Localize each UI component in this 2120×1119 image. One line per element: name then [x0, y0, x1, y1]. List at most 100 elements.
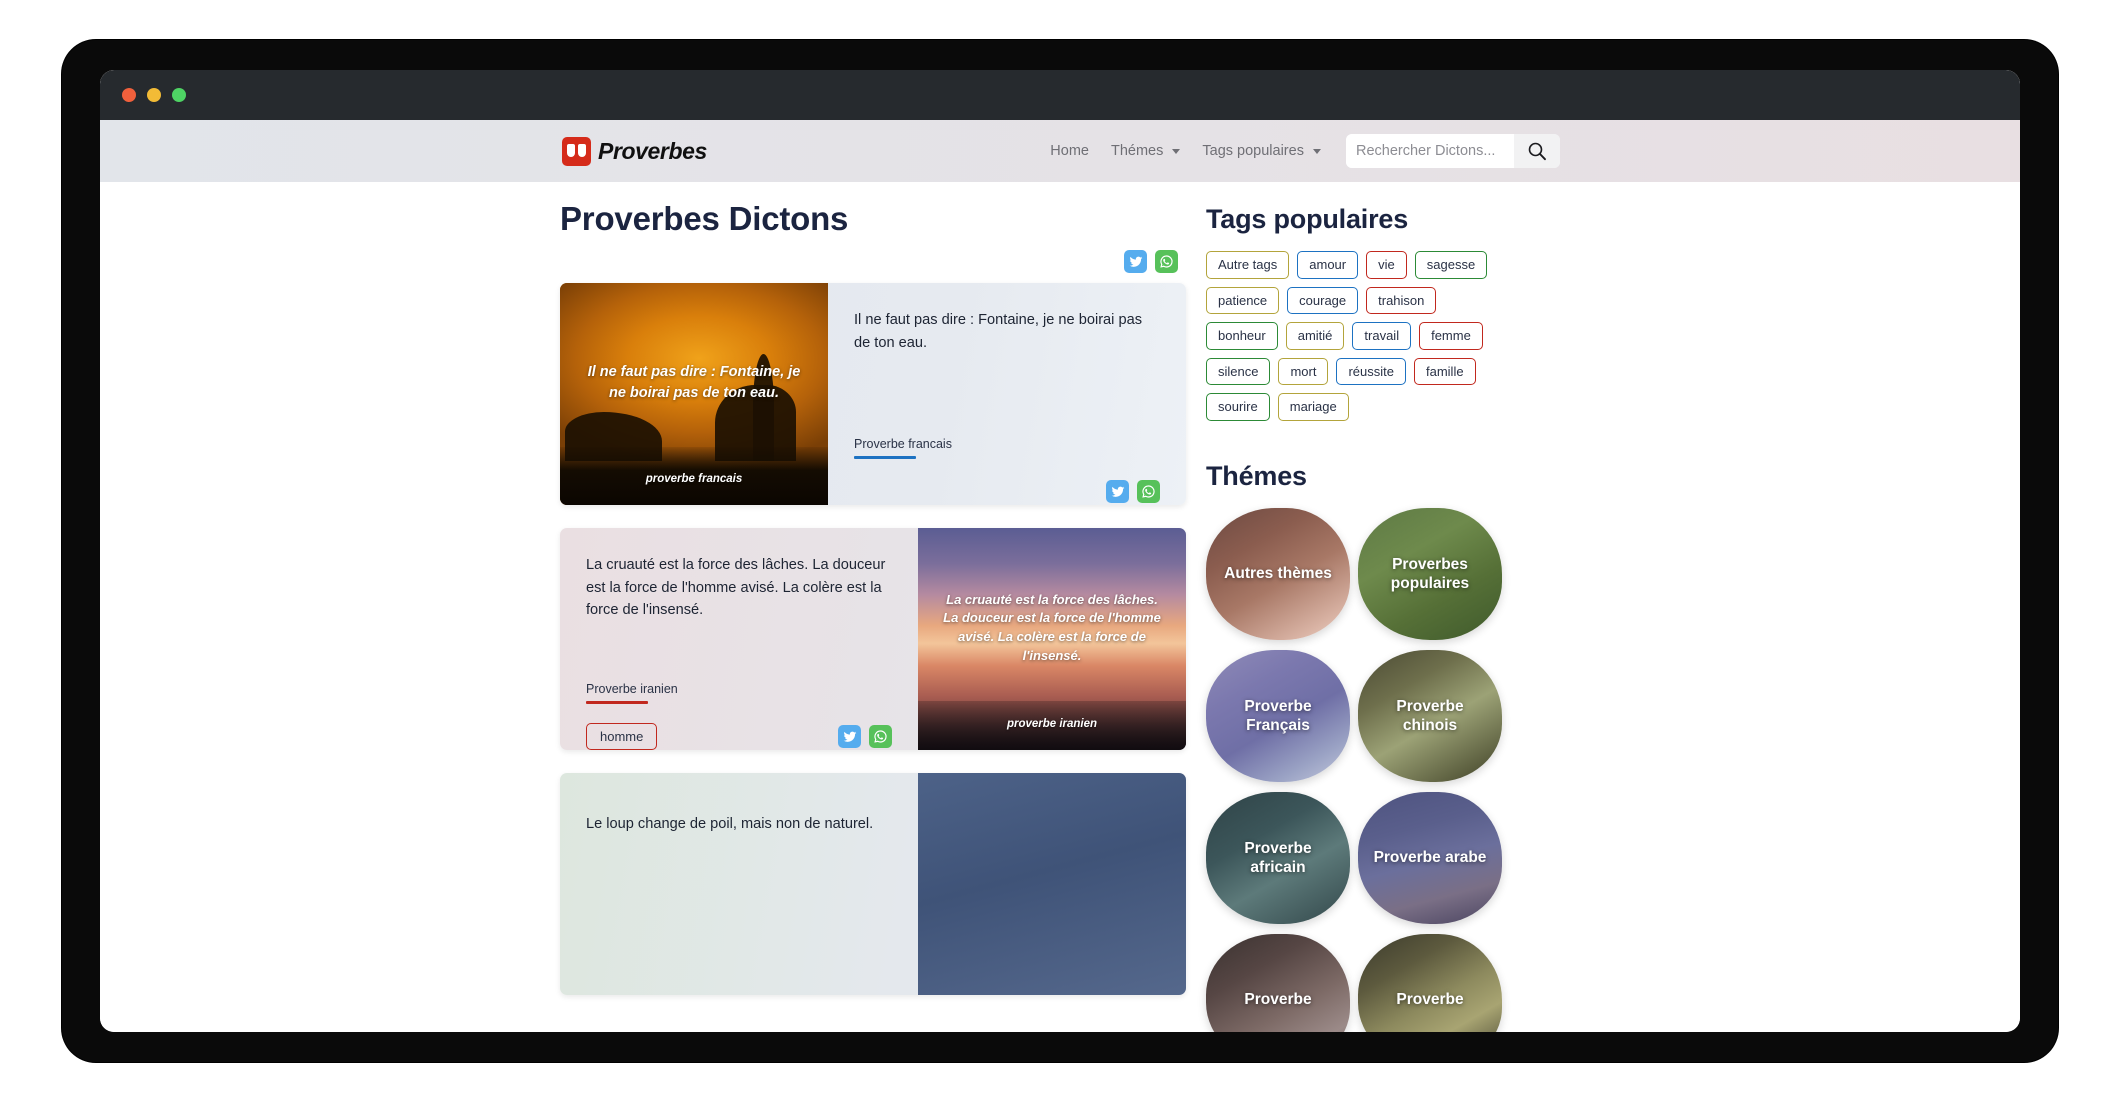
tag-chip[interactable]: courage: [1287, 286, 1359, 315]
tag-cloud: Autre tags amour vie sagesse patience co…: [1206, 251, 1506, 421]
theme-card-label: Proverbe: [1244, 991, 1312, 1009]
proverb-source-underline: [854, 456, 916, 459]
search-button[interactable]: [1514, 134, 1560, 168]
share-whatsapp-button[interactable]: [869, 725, 892, 748]
proverb-card-body: La cruauté est la force des lâches. La d…: [560, 528, 918, 750]
theme-card-label: Autres thèmes: [1224, 565, 1332, 583]
theme-card[interactable]: Proverbe africain: [1206, 791, 1350, 924]
share-twitter-button[interactable]: [1106, 480, 1129, 503]
share-twitter-button[interactable]: [1124, 250, 1147, 273]
share-whatsapp-button[interactable]: [1137, 480, 1160, 503]
page-viewport: Proverbes Home Thémes Tags populaires Re…: [100, 120, 2020, 1032]
theme-card[interactable]: Proverbe chinois: [1358, 649, 1502, 782]
chevron-down-icon: [1313, 148, 1321, 154]
tag-chip[interactable]: mort: [1278, 357, 1329, 386]
proverb-source[interactable]: Proverbe francais: [854, 435, 952, 459]
theme-card[interactable]: Proverbe arabe: [1358, 791, 1502, 924]
navbar-inner: Proverbes Home Thémes Tags populaires Re…: [560, 134, 1560, 168]
theme-card[interactable]: Proverbe: [1358, 933, 1502, 1032]
proverb-image-quote: Il ne faut pas dire : Fontaine, je ne bo…: [587, 364, 801, 402]
tag-chip[interactable]: bonheur: [1206, 322, 1278, 350]
nav-item-themes[interactable]: Thémes: [1100, 137, 1191, 165]
tag-chip[interactable]: amitié: [1285, 322, 1345, 350]
nav-item-home[interactable]: Home: [1039, 137, 1100, 165]
theme-card-label: Proverbe africain: [1244, 839, 1312, 876]
search-icon: [1528, 142, 1546, 161]
tag-chip[interactable]: amour: [1297, 251, 1359, 279]
proverb-card-body: Le loup change de poil, mais non de natu…: [560, 773, 918, 995]
proverb-source-label: Proverbe francais: [854, 437, 952, 451]
proverb-quote-text: Le loup change de poil, mais non de natu…: [586, 816, 874, 832]
navbar-right: Home Thémes Tags populaires: [1039, 134, 1560, 168]
theme-card-label: Proverbe arabe: [1373, 849, 1487, 867]
search-box: [1346, 134, 1560, 168]
tag-chip[interactable]: Autre tags: [1206, 251, 1290, 279]
twitter-icon: [1111, 486, 1124, 497]
device-screen: Proverbes Home Thémes Tags populaires Re…: [100, 70, 2020, 1032]
proverb-image-overlay: Il ne faut pas dire : Fontaine, je ne bo…: [560, 283, 828, 505]
tag-chip[interactable]: travail: [1352, 322, 1412, 350]
proverb-card-share-row: [838, 725, 892, 748]
chevron-down-icon: [1172, 148, 1181, 154]
twitter-icon: [1129, 256, 1142, 267]
theme-card-label: Proverbe Français: [1244, 697, 1312, 734]
proverb-source-label: Proverbe iranien: [586, 682, 678, 696]
theme-card[interactable]: Proverbe: [1206, 933, 1350, 1032]
brand-logo[interactable]: Proverbes: [562, 136, 707, 166]
proverb-card[interactable]: Le loup change de poil, mais non de natu…: [560, 773, 1186, 995]
proverb-quote-text: Il ne faut pas dire : Fontaine, je ne bo…: [854, 312, 1142, 351]
page-title: Proverbes Dictons: [560, 200, 849, 237]
maximize-window-button[interactable]: [172, 88, 186, 102]
theme-card[interactable]: Autres thèmes: [1206, 507, 1350, 640]
proverb-card-image: La cruauté est la force des lâches. La d…: [918, 528, 1186, 750]
proverb-source-underline: [586, 701, 648, 704]
close-window-button[interactable]: [122, 88, 136, 102]
whatsapp-icon: [1160, 255, 1173, 268]
device-frame: Proverbes Home Thémes Tags populaires Re…: [62, 40, 2058, 1062]
tag-chip[interactable]: mariage: [1277, 393, 1349, 421]
proverb-image-quote: La cruauté est la force des lâches. La d…: [943, 591, 1161, 664]
blue-sky-background: [918, 773, 1186, 995]
brand-name: Proverbes: [598, 137, 707, 164]
twitter-icon: [843, 731, 856, 742]
share-twitter-button[interactable]: [838, 725, 861, 748]
search-input[interactable]: [1346, 134, 1514, 168]
nav-item-tags-populaires[interactable]: Tags populaires: [1191, 137, 1332, 165]
tag-chip[interactable]: femme: [1419, 322, 1483, 350]
window-controls: [122, 88, 186, 102]
proverb-quote-text: La cruauté est la force des lâches. La d…: [586, 557, 886, 619]
proverb-image-credit: proverbe francais: [645, 473, 743, 486]
proverb-source[interactable]: Proverbe iranien: [586, 680, 678, 704]
theme-card[interactable]: Proverbe Français: [1206, 649, 1350, 782]
site-navbar: Proverbes Home Thémes Tags populaires Re…: [100, 120, 2020, 182]
sidebar: Tags populaires Autre tags amour vie sag…: [1206, 200, 1506, 1032]
nav-item-themes-label: Thémes: [1110, 143, 1164, 159]
themes-grid: Autres thèmes Proverbes populaires Prove…: [1206, 507, 1506, 1032]
tag-chip[interactable]: sagesse: [1414, 251, 1488, 279]
minimize-window-button[interactable]: [147, 88, 161, 102]
proverb-card-image: Il ne faut pas dire : Fontaine, je ne bo…: [560, 283, 828, 505]
share-whatsapp-button[interactable]: [1155, 250, 1178, 273]
tag-chip[interactable]: silence: [1206, 357, 1271, 386]
main-column: Proverbes Dictons Il ne faut pas dire: …: [560, 200, 1186, 1032]
tag-chip[interactable]: famille: [1414, 357, 1476, 386]
theme-card[interactable]: Proverbes populaires: [1358, 507, 1502, 640]
tag-chip[interactable]: réussite: [1336, 357, 1406, 386]
tag-chip[interactable]: patience: [1206, 286, 1280, 315]
nav-item-tags-populaires-label: Tags populaires: [1202, 143, 1304, 159]
whatsapp-icon: [874, 730, 887, 743]
tag-chip[interactable]: trahison: [1366, 286, 1437, 315]
tags-populaires-heading: Tags populaires: [1206, 204, 1409, 234]
whatsapp-icon: [1142, 485, 1155, 498]
proverb-tag[interactable]: homme: [586, 723, 658, 750]
quote-mark-icon: [562, 136, 591, 166]
proverb-card[interactable]: La cruauté est la force des lâches. La d…: [560, 528, 1186, 750]
tag-chip[interactable]: sourire: [1206, 393, 1270, 421]
tag-chip[interactable]: vie: [1366, 251, 1407, 279]
theme-card-label: Proverbe chinois: [1396, 697, 1464, 734]
proverb-image-overlay: La cruauté est la force des lâches. La d…: [918, 528, 1186, 750]
theme-card-label: Proverbes populaires: [1390, 555, 1470, 592]
proverb-card[interactable]: Il ne faut pas dire : Fontaine, je ne bo…: [560, 283, 1186, 505]
proverb-card-share-row: [1106, 480, 1160, 503]
theme-card-label: Proverbe: [1396, 991, 1464, 1009]
